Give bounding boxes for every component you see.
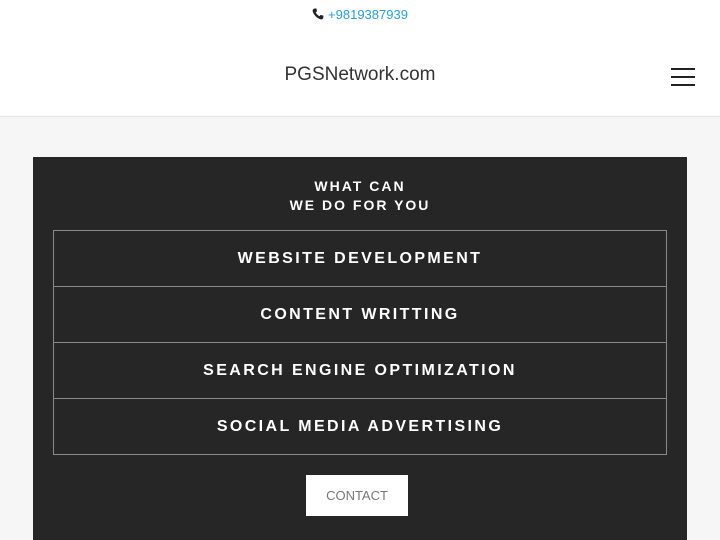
service-social-media-advertising[interactable]: SOCIAL MEDIA ADVERTISING [54, 399, 666, 454]
phone-contact: +9819387939 [0, 7, 720, 22]
services-list: WEBSITE DEVELOPMENT CONTENT WRITTING SEA… [53, 230, 667, 455]
phone-link[interactable]: +9819387939 [328, 7, 408, 22]
services-panel: WHAT CAN WE DO FOR YOU WEBSITE DEVELOPME… [33, 157, 687, 540]
service-website-development[interactable]: WEBSITE DEVELOPMENT [54, 231, 666, 287]
service-seo[interactable]: SEARCH ENGINE OPTIMIZATION [54, 343, 666, 399]
hamburger-menu-icon[interactable] [671, 68, 695, 86]
brand-link[interactable]: PGSNetwork.com [285, 64, 436, 85]
heading-line-2: WE DO FOR YOU [289, 197, 431, 213]
hamburger-line [671, 68, 695, 70]
hamburger-line [671, 84, 695, 86]
contact-button[interactable]: CONTACT [306, 475, 408, 516]
site-header: +9819387939 PGSNetwork.com [0, 0, 720, 117]
heading-line-1: WHAT CAN [314, 178, 406, 194]
site-brand: PGSNetwork.com [0, 64, 720, 86]
hamburger-line [671, 76, 695, 78]
phone-icon [312, 8, 324, 20]
service-content-writing[interactable]: CONTENT WRITTING [54, 287, 666, 343]
services-heading: WHAT CAN WE DO FOR YOU [33, 177, 687, 215]
